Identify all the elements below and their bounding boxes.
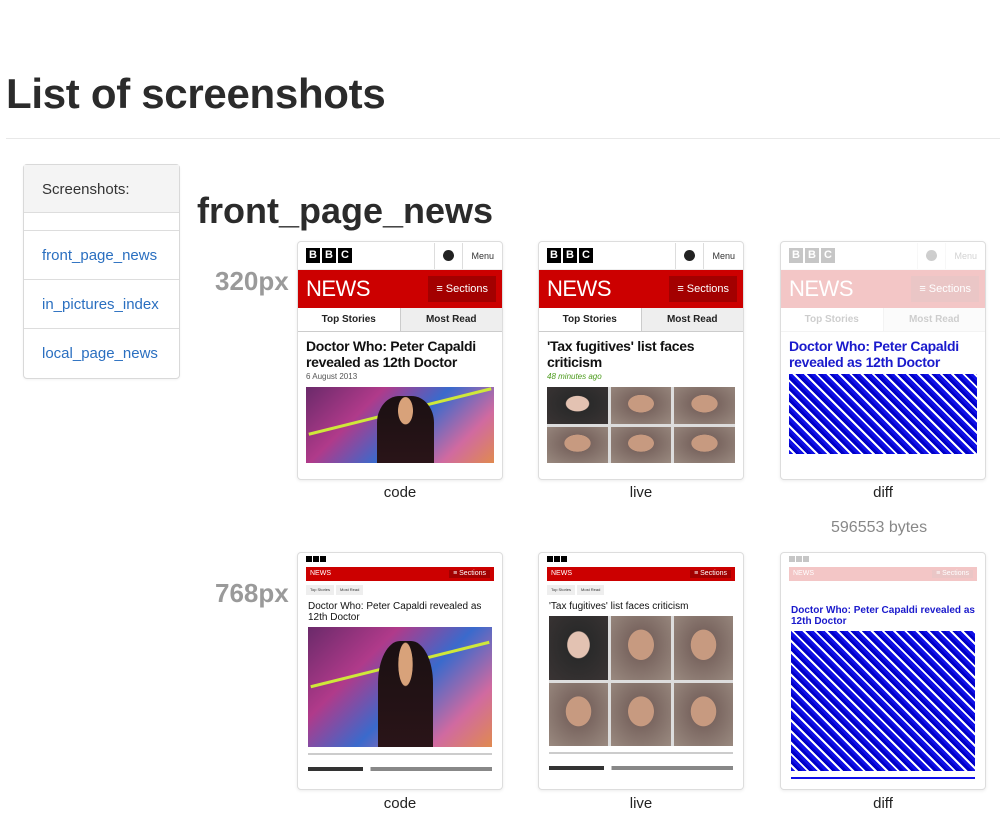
screenshot-320-diff[interactable]: BBC Menu NEWS ≡ Sections Top Stories Mos… <box>780 241 986 480</box>
bbc-top-bar: BBC Menu <box>298 242 502 270</box>
caption-320-live: live <box>629 484 653 501</box>
bbc-logo: BBC <box>306 248 352 263</box>
width-label-320: 320px <box>215 266 289 296</box>
bbc-logo <box>789 556 810 564</box>
article-headline: Doctor Who: Peter Capaldi revealed as 12… <box>308 601 482 623</box>
caption-320-code: code <box>383 484 417 501</box>
sections-button: ≡ Sections <box>911 276 979 302</box>
article-photo <box>549 616 733 746</box>
screenshot-320-code[interactable]: BBC Menu NEWS ≡ Sections Top Stories Mos… <box>297 241 503 480</box>
article-headline: Doctor Who: Peter Capaldi revealed as 12… <box>306 338 476 370</box>
article-timestamp: 48 minutes ago <box>547 372 602 381</box>
sections-button: ≡ Sections <box>428 276 496 302</box>
user-icon <box>443 250 455 261</box>
caption-768-live: live <box>629 795 653 812</box>
sidebar-item-in-pictures-index[interactable]: in_pictures_index <box>24 280 179 329</box>
sidebar-item-front-page-news[interactable]: front_page_news <box>24 231 179 280</box>
bbc-logo: BBC <box>789 248 835 263</box>
diff-photo <box>791 631 975 771</box>
bbc-logo: BBC <box>547 248 593 263</box>
user-icon <box>926 250 938 261</box>
page-title: List of screenshots <box>6 70 386 117</box>
news-banner: NEWS ≡ Sections <box>789 567 977 581</box>
sidebar-heading: Screenshots: <box>24 165 179 213</box>
diff-headline: Doctor Who: Peter Capaldi revealed as 12… <box>791 605 975 627</box>
news-banner: NEWS ≡ Sections <box>781 270 985 308</box>
menu-label: Menu <box>712 250 735 261</box>
screenshot-768-code[interactable]: NEWS ≡ Sections Top Stories Most Read Doct… <box>297 552 503 790</box>
screenshot-768-diff[interactable]: NEWS ≡ Sections Doctor Who: Peter Capaldi… <box>780 552 986 790</box>
tab-most-read: Most Read <box>666 314 718 325</box>
sections-button: ≡ Sections <box>669 276 737 302</box>
bbc-logo <box>306 556 327 564</box>
menu-label: Menu <box>471 250 494 261</box>
tab-top-stories: Top Stories <box>306 585 335 595</box>
article-headline: 'Tax fugitives' list faces criticism <box>549 601 689 612</box>
screenshot-320-live[interactable]: BBC Menu NEWS ≡ Sections Top Stories Mos… <box>538 241 744 480</box>
article-photo <box>306 387 494 463</box>
bbc-top-bar: BBC Menu <box>781 242 985 270</box>
news-banner: NEWS ≡ Sections <box>547 567 735 581</box>
news-banner: NEWS ≡ Sections <box>539 270 743 308</box>
sidebar-divider <box>24 213 179 231</box>
news-banner: NEWS ≡ Sections <box>306 567 494 581</box>
tab-top-stories: Top Stories <box>781 308 884 331</box>
caption-768-code: code <box>383 795 417 812</box>
article-headline: 'Tax fugitives' list faces criticism <box>547 338 695 370</box>
tab-most-read: Most Read <box>577 585 605 595</box>
caption-768-diff: diff <box>873 795 893 812</box>
news-banner: NEWS ≡ Sections <box>298 270 502 308</box>
caption-320-diff: diff <box>873 484 893 501</box>
article-photo <box>547 387 735 463</box>
tab-most-read: Most Read <box>425 314 477 325</box>
tab-most-read: Most Read <box>908 314 960 325</box>
diff-headline: Doctor Who: Peter Capaldi revealed as 12… <box>789 338 959 370</box>
width-label-768: 768px <box>215 578 289 608</box>
tab-top-stories: Top Stories <box>298 308 401 331</box>
bbc-top-bar: BBC Menu <box>539 242 743 270</box>
article-photo <box>308 627 492 747</box>
user-icon <box>684 250 696 261</box>
section-title: front_page_news <box>197 190 494 231</box>
diff-photo <box>789 374 977 454</box>
tab-top-stories: Top Stories <box>539 308 642 331</box>
article-date: 6 August 2013 <box>306 372 358 381</box>
tab-top-stories: Top Stories <box>547 585 576 595</box>
tab-most-read: Most Read <box>336 585 364 595</box>
screenshots-sidebar: Screenshots: front_page_news in_pictures… <box>23 164 180 379</box>
screenshot-768-live[interactable]: NEWS ≡ Sections Top Stories Most Read 'Tax… <box>538 552 744 790</box>
bbc-logo <box>547 556 568 564</box>
diff-byte-count: 596553 bytes <box>831 519 928 536</box>
menu-label: Menu <box>954 250 977 261</box>
sidebar-item-local-page-news[interactable]: local_page_news <box>24 329 179 378</box>
title-divider <box>6 138 1000 139</box>
